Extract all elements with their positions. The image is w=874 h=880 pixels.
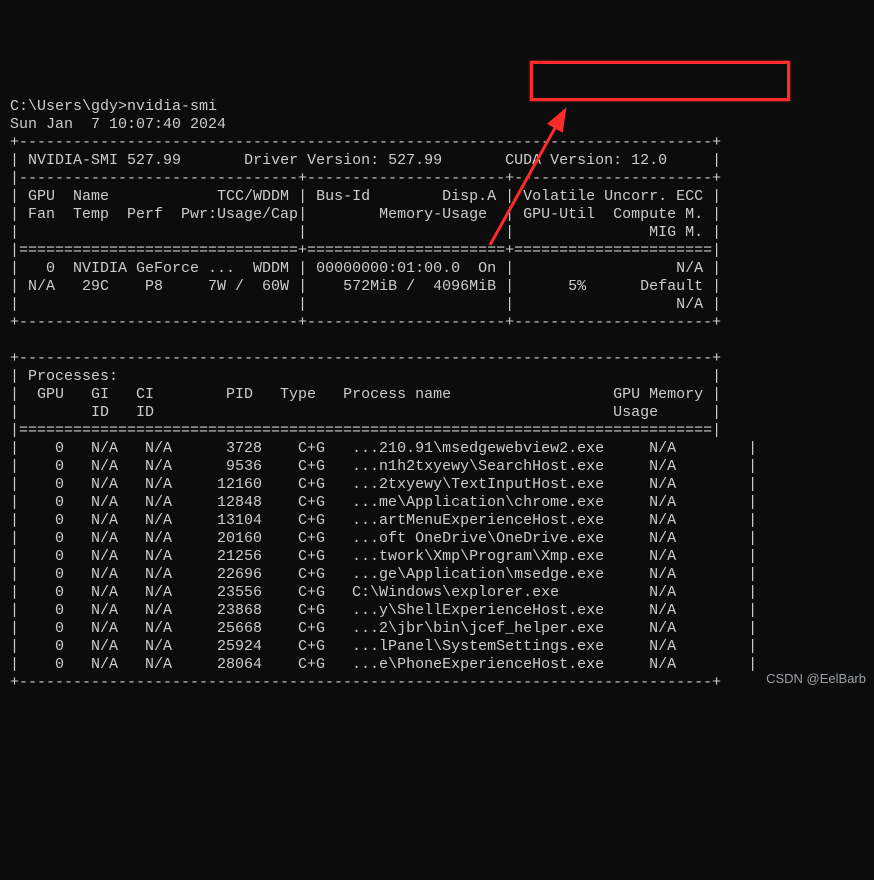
gpu-headers-r2: | Fan Temp Perf Pwr:Usage/Cap| Memory-Us… [10,206,721,223]
cuda-version: CUDA Version: 12.0 [505,152,667,169]
process-row: | 0 N/A N/A 9536 C+G ...n1h2txyewy\Searc… [10,458,757,475]
process-row: | 0 N/A N/A 22696 C+G ...ge\Application\… [10,566,757,583]
proc-sep: |=======================================… [10,422,721,439]
process-row: | 0 N/A N/A 12160 C+G ...2txyewy\TextInp… [10,476,757,493]
process-row: | 0 N/A N/A 12848 C+G ...me\Application\… [10,494,757,511]
prompt: C:\Users\gdy> [10,98,127,115]
blank-line [10,332,721,349]
process-row: | 0 N/A N/A 23556 C+G C:\Windows\explore… [10,584,757,601]
process-row: | 0 N/A N/A 25924 C+G ...lPanel\SystemSe… [10,638,757,655]
driver-version: Driver Version: 527.99 [244,152,442,169]
process-row: | 0 N/A N/A 25668 C+G ...2\jbr\bin\jcef_… [10,620,757,637]
command-line: C:\Users\gdy>nvidia-smi [10,98,217,115]
terminal-output: C:\Users\gdy>nvidia-smi Sun Jan 7 10:07:… [0,72,874,700]
gpu-headers-r3: | | | MIG M. | [10,224,721,241]
process-row: | 0 N/A N/A 20160 C+G ...oft OneDrive\On… [10,530,757,547]
proc-head-r1: | GPU GI CI PID Type Process name GPU Me… [10,386,721,403]
proc-top: +---------------------------------------… [10,350,721,367]
gpu-row-r1: | 0 NVIDIA GeForce ... WDDM | 00000000:0… [10,260,721,277]
process-row: | 0 N/A N/A 3728 C+G ...210.91\msedgeweb… [10,440,757,457]
process-row: | 0 N/A N/A 13104 C+G ...artMenuExperien… [10,512,757,529]
proc-bottom: +---------------------------------------… [10,674,721,691]
datetime-line: Sun Jan 7 10:07:40 2024 [10,116,226,133]
command: nvidia-smi [127,98,217,115]
process-row: | 0 N/A N/A 23868 C+G ...y\ShellExperien… [10,602,757,619]
nvidia-smi-version: NVIDIA-SMI 527.99 [28,152,181,169]
proc-head-r2: | ID ID Usage | [10,404,721,421]
gpu-sep: |===============================+=======… [10,242,721,259]
process-row: | 0 N/A N/A 21256 C+G ...twork\Xmp\Progr… [10,548,757,565]
watermark: CSDN @EelBarb [766,671,866,687]
header-sep: |-------------------------------+-------… [10,170,721,187]
gpu-row-r3: | | | N/A | [10,296,721,313]
proc-title: | Processes: | [10,368,721,385]
gpu-headers-r1: | GPU Name TCC/WDDM | Bus-Id Disp.A | Vo… [10,188,721,205]
gpu-row-r2: | N/A 29C P8 7W / 60W | 572MiB / 4096MiB… [10,278,721,295]
process-list: | 0 N/A N/A 3728 C+G ...210.91\msedgeweb… [10,440,864,674]
gpu-bottom: +-------------------------------+-------… [10,314,721,331]
header-row: | NVIDIA-SMI 527.99 Driver Version: 527.… [10,152,721,169]
process-row: | 0 N/A N/A 28064 C+G ...e\PhoneExperien… [10,656,757,673]
top-border: +---------------------------------------… [10,134,721,151]
